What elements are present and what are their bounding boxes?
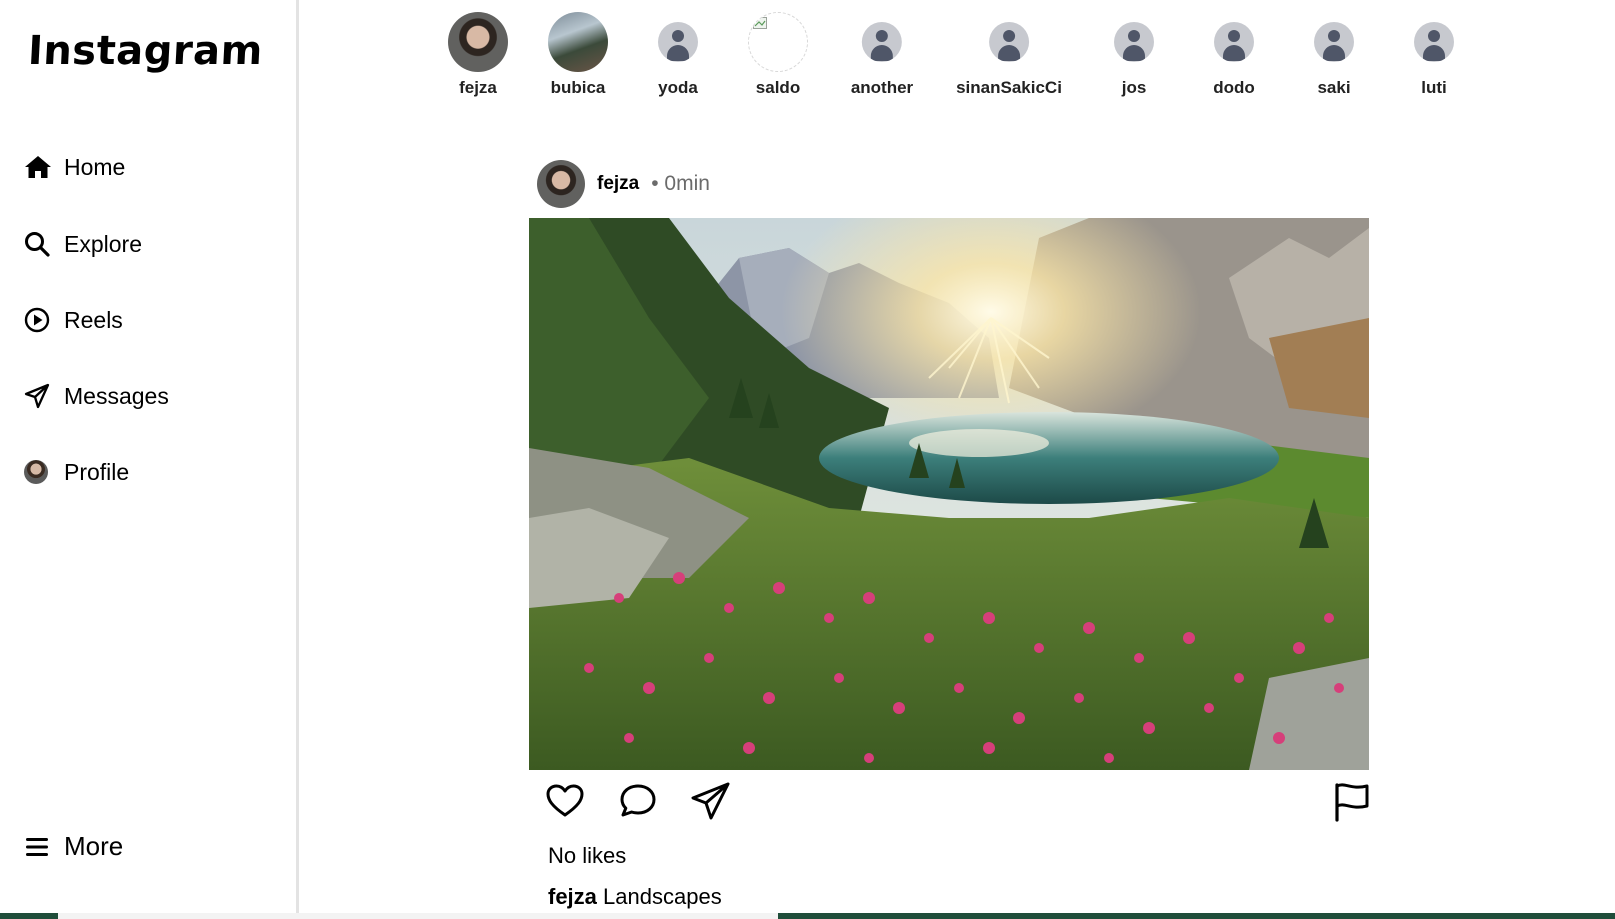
default-avatar-icon (658, 22, 698, 62)
story-username: bubica (550, 78, 606, 97)
default-avatar-icon (1314, 22, 1354, 62)
sidebar-item-messages[interactable]: Messages (24, 381, 169, 411)
post-timestamp: • 0min (651, 172, 710, 195)
report-button[interactable] (1331, 780, 1373, 822)
sidebar-item-home[interactable]: Home (24, 152, 125, 182)
story-item[interactable]: jos (1104, 12, 1164, 98)
sidebar-item-profile[interactable]: Profile (24, 457, 129, 487)
story-username: luti (1421, 78, 1447, 97)
share-button[interactable] (690, 780, 732, 822)
post-username[interactable]: fejza (597, 173, 639, 195)
sidebar-item-label: Messages (64, 382, 169, 409)
post-image[interactable] (529, 218, 1369, 770)
menu-icon (24, 832, 54, 862)
sidebar-item-label: Profile (64, 458, 130, 485)
sidebar-item-reels[interactable]: Reels (24, 305, 123, 335)
story-item[interactable]: saki (1304, 12, 1364, 98)
post-caption: fejza Landscapes (548, 884, 722, 910)
sidebar-item-explore[interactable]: Explore (24, 229, 142, 259)
story-item[interactable]: another (851, 12, 913, 98)
heart-icon (546, 784, 584, 817)
play-circle-icon (24, 305, 54, 335)
paper-plane-icon (24, 381, 54, 411)
share-icon (691, 782, 730, 820)
home-icon (24, 152, 54, 182)
comment-icon (620, 784, 656, 817)
comment-button[interactable] (617, 780, 659, 822)
story-username: jos (1121, 78, 1147, 97)
caption-text: Landscapes (603, 884, 722, 909)
sidebar-item-label: Explore (64, 230, 142, 257)
story-avatar (548, 12, 608, 72)
default-avatar-icon (1114, 22, 1154, 62)
story-username: dodo (1213, 78, 1255, 97)
story-item[interactable]: dodo (1204, 12, 1264, 98)
story-username: fejza (459, 78, 497, 97)
story-item[interactable]: luti (1404, 12, 1464, 98)
profile-avatar (24, 457, 54, 487)
sidebar-item-label: Home (64, 153, 126, 180)
story-username: saldo (755, 78, 801, 97)
story-username: saki (1317, 78, 1351, 97)
default-avatar-icon (1414, 22, 1454, 62)
story-item[interactable]: bubica (548, 12, 608, 98)
post-author-avatar[interactable] (537, 160, 585, 208)
caption-username[interactable]: fejza (548, 884, 597, 909)
likes-count: No likes (548, 843, 627, 868)
story-username: another (850, 78, 914, 97)
story-item[interactable]: yoda (648, 12, 708, 98)
stories-bar: fejza bubica yoda saldo another sinanSak… (0, 12, 1615, 112)
story-item[interactable]: saldo (748, 12, 808, 98)
default-avatar-icon (862, 22, 902, 62)
story-avatar (448, 12, 508, 72)
sidebar: Instagram Home Explore Reels Messages Pr… (0, 0, 299, 919)
post-header: fejza • 0min (537, 160, 710, 208)
more-label: More (64, 831, 124, 861)
sidebar-item-label: Reels (64, 306, 123, 333)
search-icon (24, 229, 54, 259)
default-avatar-icon (1214, 22, 1254, 62)
flag-icon (1335, 783, 1369, 822)
bottom-edge (0, 913, 1615, 919)
more-button[interactable]: More (24, 831, 123, 862)
story-username: yoda (658, 78, 698, 97)
broken-image-icon (748, 12, 808, 72)
story-item[interactable]: sinanSakicCi (956, 12, 1062, 98)
default-avatar-icon (988, 22, 1029, 62)
story-item[interactable]: fejza (448, 12, 508, 98)
like-button[interactable] (544, 780, 586, 822)
story-username: sinanSakicCi (956, 78, 1062, 97)
